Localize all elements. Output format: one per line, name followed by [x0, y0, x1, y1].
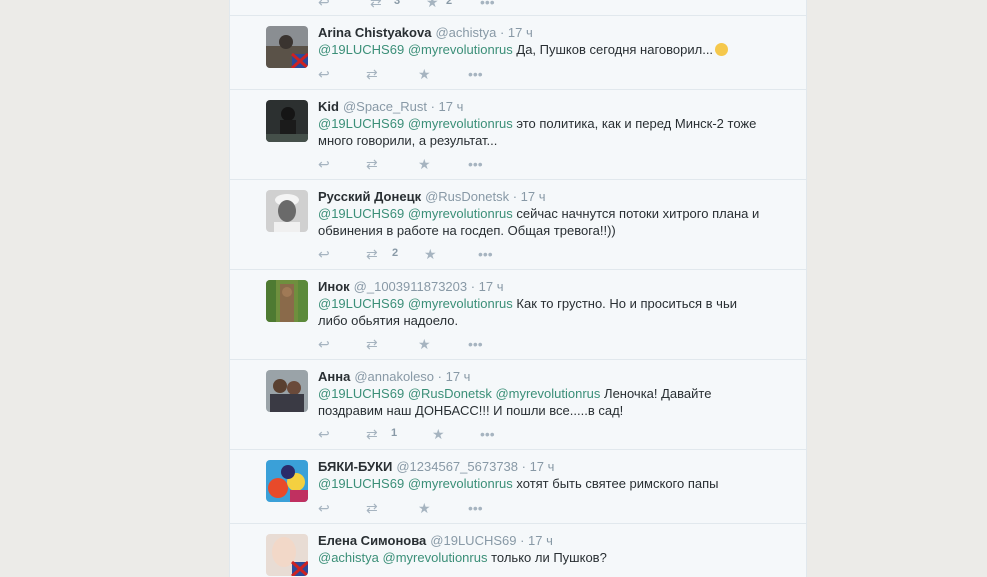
- user-handle[interactable]: @19LUCHS69: [430, 533, 516, 548]
- tweet[interactable]: БЯКИ-БУКИ @1234567_5673738 · 17 ч @19LUCH…: [230, 449, 806, 524]
- mention-link[interactable]: @19LUCHS69: [318, 386, 404, 401]
- timestamp[interactable]: · 17 ч: [431, 99, 464, 114]
- mention-link[interactable]: @myrevolutionrus: [408, 42, 513, 57]
- user-handle[interactable]: @achistya: [435, 25, 496, 40]
- reply-icon[interactable]: ↩: [318, 0, 330, 10]
- more-icon[interactable]: •••: [468, 156, 483, 172]
- tweet[interactable]: Русский Донецк @RusDonetsk · 17 ч @19LUCH…: [230, 179, 806, 270]
- tweet-text: @achistya @myrevolutionrus только ли Пуш…: [318, 550, 607, 565]
- mention-link[interactable]: @myrevolutionrus: [408, 296, 513, 311]
- mention-link[interactable]: @19LUCHS69: [318, 206, 404, 221]
- reply-icon[interactable]: ↩: [318, 500, 330, 516]
- timestamp[interactable]: · 17 ч: [471, 279, 504, 294]
- more-icon[interactable]: •••: [478, 246, 493, 262]
- retweet-icon[interactable]: ⇄: [366, 500, 378, 516]
- retweet-count: 3: [394, 0, 401, 7]
- avatar[interactable]: [266, 190, 308, 232]
- more-icon[interactable]: •••: [480, 0, 495, 10]
- star-icon[interactable]: ★: [424, 246, 437, 262]
- retweet-icon[interactable]: ⇄: [366, 66, 378, 82]
- tweet[interactable]: Kid @Space_Rust · 17 ч @19LUCHS69 @myrevo…: [230, 89, 806, 180]
- user-name[interactable]: Русский Донецк: [318, 189, 421, 204]
- mention-link[interactable]: @19LUCHS69: [318, 116, 404, 131]
- reply-icon[interactable]: ↩: [318, 66, 330, 82]
- avatar[interactable]: [266, 370, 308, 412]
- more-icon[interactable]: •••: [468, 500, 483, 516]
- retweet-icon[interactable]: ⇄: [366, 426, 378, 442]
- user-name[interactable]: Kid: [318, 99, 339, 114]
- retweet-count: 2: [392, 247, 399, 259]
- timestamp[interactable]: · 17 ч: [500, 25, 533, 40]
- mention-link[interactable]: @myrevolutionrus: [383, 550, 488, 565]
- timestamp[interactable]: · 17 ч: [513, 189, 546, 204]
- mention-link[interactable]: @19LUCHS69: [318, 42, 404, 57]
- retweet-icon[interactable]: ⇄: [366, 336, 378, 352]
- user-handle[interactable]: @1234567_5673738: [396, 459, 518, 474]
- user-name[interactable]: БЯКИ-БУКИ: [318, 459, 392, 474]
- retweet-icon[interactable]: ⇄: [366, 156, 378, 172]
- reply-icon[interactable]: ↩: [318, 336, 330, 352]
- tweet-text: @19LUCHS69 @myrevolutionrus Как то груст…: [318, 296, 737, 328]
- tweet[interactable]: Arina Chistyakova @achistya · 17 ч @19LUC…: [230, 15, 806, 90]
- star-icon[interactable]: ★: [418, 500, 431, 516]
- avatar[interactable]: [266, 280, 308, 322]
- user-name[interactable]: Анна: [318, 369, 350, 384]
- user-name[interactable]: Елена Симонова: [318, 533, 426, 548]
- star-icon[interactable]: ★: [432, 426, 445, 442]
- user-name[interactable]: Инок: [318, 279, 350, 294]
- timestamp[interactable]: · 17 ч: [522, 459, 555, 474]
- star-icon[interactable]: ★: [418, 336, 431, 352]
- user-handle[interactable]: @RusDonetsk: [425, 189, 509, 204]
- tweet-text: @19LUCHS69 @myrevolutionrus хотят быть с…: [318, 476, 719, 491]
- mention-link[interactable]: @RusDonetsk: [408, 386, 492, 401]
- retweet-icon[interactable]: ⇄: [366, 246, 378, 262]
- tweet-text: @19LUCHS69 @myrevolutionrus это политика…: [318, 116, 757, 148]
- mention-link[interactable]: @myrevolutionrus: [408, 116, 513, 131]
- avatar[interactable]: [266, 26, 308, 68]
- reply-icon[interactable]: ↩: [318, 426, 330, 442]
- reply-icon[interactable]: ↩: [318, 156, 330, 172]
- user-handle[interactable]: @annakoleso: [354, 369, 434, 384]
- mention-link[interactable]: @myrevolutionrus: [408, 206, 513, 221]
- tweet-text: @19LUCHS69 @myrevolutionrus сейчас начну…: [318, 206, 760, 238]
- timestamp[interactable]: · 17 ч: [520, 533, 553, 548]
- mention-link[interactable]: @19LUCHS69: [318, 296, 404, 311]
- mention-link[interactable]: @myrevolutionrus: [495, 386, 600, 401]
- retweet-icon[interactable]: ⇄: [370, 0, 382, 10]
- more-icon[interactable]: •••: [480, 426, 495, 442]
- retweet-count: 1: [391, 427, 398, 439]
- star-icon[interactable]: ★: [426, 0, 439, 10]
- star-icon[interactable]: ★: [418, 156, 431, 172]
- like-count: 2: [446, 0, 453, 7]
- mention-link[interactable]: @myrevolutionrus: [408, 476, 513, 491]
- user-handle[interactable]: @Space_Rust: [343, 99, 427, 114]
- timestamp[interactable]: · 17 ч: [438, 369, 471, 384]
- avatar[interactable]: [266, 460, 308, 502]
- mention-link[interactable]: @achistya: [318, 550, 379, 565]
- more-icon[interactable]: •••: [468, 66, 483, 82]
- mention-link[interactable]: @19LUCHS69: [318, 476, 404, 491]
- tweet-text: @19LUCHS69 @RusDonetsk @myrevolutionrus …: [318, 386, 712, 418]
- surprised-emoji: [715, 43, 729, 56]
- tweet[interactable]: Инок @_1003911873203 · 17 ч @19LUCHS69 @m…: [230, 269, 806, 360]
- tweet[interactable]: Елена Симонова @19LUCHS69 · 17 ч @achisty…: [230, 523, 806, 577]
- star-icon[interactable]: ★: [418, 66, 431, 82]
- tweet-stream: ↩ ⇄ 3 ★ 2 ••• Arina Chistyakova @achistya…: [229, 0, 807, 577]
- avatar[interactable]: [266, 534, 308, 576]
- user-name[interactable]: Arina Chistyakova: [318, 25, 431, 40]
- tweet[interactable]: Анна @annakoleso · 17 ч @19LUCHS69 @RusDo…: [230, 359, 806, 450]
- avatar[interactable]: [266, 100, 308, 142]
- more-icon[interactable]: •••: [468, 336, 483, 352]
- user-handle[interactable]: @_1003911873203: [354, 279, 467, 294]
- reply-icon[interactable]: ↩: [318, 246, 330, 262]
- tweet-text: @19LUCHS69 @myrevolutionrus Да, Пушков с…: [318, 41, 768, 58]
